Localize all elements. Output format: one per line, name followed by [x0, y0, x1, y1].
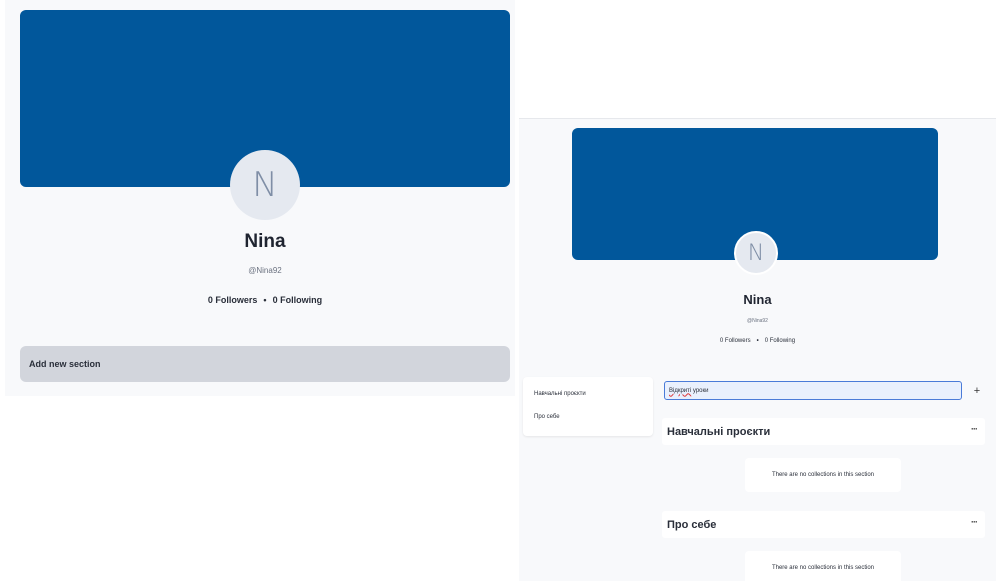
followers-link[interactable]: 0 Followers [720, 338, 751, 344]
empty-collections-message: There are no collections in this section [745, 551, 901, 585]
sidebar-item-educational-projects[interactable]: Навчальні проєкти [534, 391, 586, 397]
input-text-rest: уроки [691, 387, 709, 394]
more-options-icon[interactable]: ··· [971, 517, 978, 527]
following-link[interactable]: 0 Following [765, 338, 795, 344]
empty-collections-message: There are no collections in this section [745, 458, 901, 492]
add-new-section-button[interactable]: Add new section [20, 346, 510, 382]
input-text-misspelled-word: Відкриті [669, 387, 692, 394]
avatar: N [734, 231, 778, 275]
new-section-name-input[interactable]: Відкриті уроки [664, 381, 962, 400]
follow-stats: 0 Followers • 0 Following [519, 338, 996, 344]
section-title: Про себе [667, 518, 717, 531]
sections-sidebar: Навчальні проєкти Про себе [523, 377, 653, 436]
avatar: N [230, 150, 300, 220]
profile-panel-right: N Nina @Nina92 0 Followers • 0 Following… [519, 118, 996, 585]
profile-name: Nina [244, 231, 286, 252]
separator-dot: • [263, 295, 267, 305]
profile-handle: @Nina92 [747, 318, 768, 324]
section-header-educational-projects: Навчальні проєкти ··· [662, 418, 985, 445]
more-options-icon[interactable]: ··· [971, 424, 978, 434]
follow-stats: 0 Followers • 0 Following [5, 295, 525, 305]
avatar-initial: N [252, 165, 278, 205]
avatar-initial: N [747, 240, 765, 266]
followers-link[interactable]: 0 Followers [208, 295, 258, 305]
add-section-plus-button[interactable]: + [967, 381, 987, 400]
separator-dot: • [756, 338, 759, 344]
following-link[interactable]: 0 Following [273, 295, 323, 305]
profile-name: Nina [743, 292, 772, 307]
section-header-about-me: Про себе ··· [662, 511, 985, 538]
profile-handle: @Nina92 [248, 266, 282, 275]
section-title: Навчальні проєкти [667, 425, 771, 438]
profile-panel-left: N Nina @Nina92 0 Followers • 0 Following… [5, 0, 515, 396]
sidebar-item-about-me[interactable]: Про себе [534, 414, 560, 420]
